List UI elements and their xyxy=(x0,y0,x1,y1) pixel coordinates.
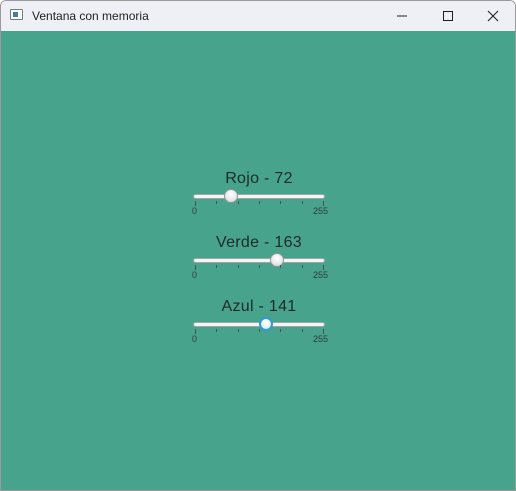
slider-tick xyxy=(195,329,196,334)
slider-tick xyxy=(237,201,239,204)
red-label: Rojo - 72 xyxy=(225,170,293,187)
red-slider-thumb[interactable] xyxy=(224,189,239,203)
slider-tick xyxy=(259,201,260,204)
slider-tick xyxy=(237,265,239,268)
red-max-label: 255 xyxy=(313,206,329,216)
blue-max-label: 255 xyxy=(313,334,329,344)
slider-tick xyxy=(216,265,218,268)
maximize-button[interactable] xyxy=(425,1,471,31)
green-max-label: 255 xyxy=(313,270,329,280)
slider-tick xyxy=(216,201,218,204)
slider-tick xyxy=(323,201,324,206)
red-slider-track[interactable] xyxy=(193,194,325,199)
content-pane: Rojo - 72 0 255 Verde - 163 0 255 Azul -… xyxy=(1,31,515,490)
close-button[interactable] xyxy=(470,1,515,31)
green-slider-group: Verde - 163 0 255 xyxy=(187,234,331,294)
slider-tick xyxy=(237,329,239,332)
maximize-icon xyxy=(443,11,453,21)
slider-tick xyxy=(323,329,324,334)
red-slider-group: Rojo - 72 0 255 xyxy=(187,170,331,230)
green-label: Verde - 163 xyxy=(215,234,303,251)
green-slider-thumb[interactable] xyxy=(269,253,284,267)
close-icon xyxy=(487,10,499,22)
app-icon xyxy=(10,9,23,20)
window-title: Ventana con memoria xyxy=(32,9,149,23)
blue-slider-thumb[interactable] xyxy=(258,317,273,331)
slider-tick xyxy=(195,201,196,206)
slider-tick xyxy=(323,265,324,270)
slider-tick xyxy=(301,329,303,332)
title-bar[interactable]: Ventana con memoria xyxy=(1,1,515,31)
blue-min-label: 0 xyxy=(192,334,198,344)
slider-tick xyxy=(280,201,282,204)
blue-slider-group: Azul - 141 0 255 xyxy=(187,298,331,358)
slider-tick xyxy=(280,329,282,332)
slider-tick xyxy=(301,265,303,268)
slider-tick xyxy=(195,265,196,270)
slider-tick xyxy=(280,265,282,268)
green-slider-track[interactable] xyxy=(193,258,325,263)
minimize-icon xyxy=(397,15,407,17)
slider-tick xyxy=(216,329,218,332)
slider-tick xyxy=(259,265,260,268)
app-window: Ventana con memoria Rojo - 72 0 255 Verd… xyxy=(0,0,516,491)
blue-label: Azul - 141 xyxy=(221,298,297,315)
slider-tick xyxy=(259,329,260,332)
slider-tick xyxy=(301,201,303,204)
minimize-button[interactable] xyxy=(379,1,425,31)
red-min-label: 0 xyxy=(192,206,198,216)
green-min-label: 0 xyxy=(192,270,198,280)
